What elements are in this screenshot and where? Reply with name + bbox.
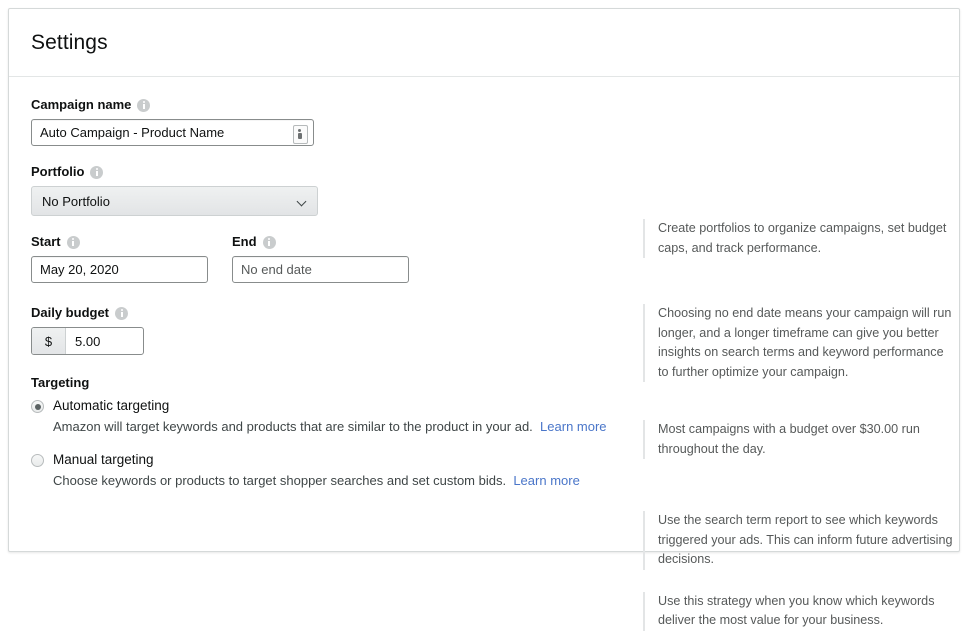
daily-budget-input-wrapper: $ 5.00 [31, 327, 144, 355]
manual-targeting-radio[interactable] [31, 454, 44, 467]
automatic-targeting-description-text: Amazon will target keywords and products… [53, 419, 533, 434]
targeting-option-manual[interactable]: Manual targeting Choose keywords or prod… [31, 451, 631, 490]
manual-targeting-radio-row[interactable]: Manual targeting [31, 451, 631, 469]
campaign-name-label-text: Campaign name [31, 97, 132, 112]
campaign-name-field-group: Campaign name Auto Campaign - Product Na… [31, 97, 631, 146]
daily-budget-input[interactable]: 5.00 [66, 328, 143, 354]
daily-budget-label: Daily budget [31, 305, 631, 321]
card-body: Campaign name Auto Campaign - Product Na… [9, 77, 959, 631]
page-title: Settings [31, 30, 108, 54]
end-date-label: End [232, 234, 409, 250]
automatic-targeting-description: Amazon will target keywords and products… [53, 417, 618, 436]
manual-targeting-label: Manual targeting [53, 452, 154, 467]
portfolio-label: Portfolio [31, 164, 631, 180]
targeting-section: Targeting Automatic targeting Amazon wil… [31, 375, 631, 490]
daily-budget-field-group: Daily budget $ 5.00 [31, 305, 631, 355]
info-icon[interactable] [137, 98, 151, 112]
start-date-label: Start [31, 234, 208, 250]
manual-targeting-description: Choose keywords or products to target sh… [53, 471, 618, 490]
end-date-label-text: End [232, 234, 257, 249]
settings-page: Settings Campaign name Auto Campaign - P… [0, 0, 969, 631]
campaign-name-input[interactable]: Auto Campaign - Product Name [31, 119, 314, 146]
automatic-targeting-radio-row[interactable]: Automatic targeting [31, 397, 631, 415]
end-date-field-group: End No end date [232, 234, 409, 283]
targeting-option-automatic[interactable]: Automatic targeting Amazon will target k… [31, 397, 631, 436]
campaign-name-label: Campaign name [31, 97, 631, 113]
manual-targeting-learn-more-link[interactable]: Learn more [513, 473, 579, 488]
automatic-targeting-learn-more-link[interactable]: Learn more [540, 419, 606, 434]
start-date-input[interactable]: May 20, 2020 [31, 256, 208, 283]
campaign-name-value: Auto Campaign - Product Name [40, 125, 225, 140]
targeting-title: Targeting [31, 375, 90, 390]
date-range-row: Start May 20, 2020 End No end date [31, 234, 631, 283]
daily-budget-label-text: Daily budget [31, 305, 110, 320]
chevron-down-icon [298, 198, 306, 206]
help-text-manual-targeting: Use this strategy when you know which ke… [643, 591, 955, 631]
card-header: Settings [9, 9, 959, 77]
help-text-budget: Most campaigns with a budget over $30.00… [643, 420, 955, 459]
info-icon[interactable] [262, 235, 276, 249]
portfolio-label-text: Portfolio [31, 164, 85, 179]
help-panel: Create portfolios to organize campaigns,… [643, 97, 955, 631]
currency-prefix: $ [32, 328, 66, 354]
info-icon[interactable] [66, 235, 80, 249]
manual-targeting-description-text: Choose keywords or products to target sh… [53, 473, 507, 488]
automatic-targeting-radio[interactable] [31, 400, 44, 413]
settings-form: Campaign name Auto Campaign - Product Na… [31, 97, 631, 490]
start-date-field-group: Start May 20, 2020 [31, 234, 208, 283]
portfolio-field-group: Portfolio No Portfolio [31, 164, 631, 216]
end-date-value: No end date [241, 262, 312, 277]
end-date-input[interactable]: No end date [232, 256, 409, 283]
info-icon[interactable] [90, 165, 104, 179]
portfolio-selected-value: No Portfolio [42, 193, 110, 209]
info-icon[interactable] [115, 306, 129, 320]
start-date-value: May 20, 2020 [40, 262, 119, 277]
settings-card: Settings Campaign name Auto Campaign - P… [8, 8, 960, 631]
resize-handle-icon[interactable] [293, 125, 308, 144]
start-date-label-text: Start [31, 234, 61, 249]
automatic-targeting-label: Automatic targeting [53, 398, 170, 413]
portfolio-select[interactable]: No Portfolio [31, 186, 318, 216]
help-text-portfolio: Create portfolios to organize campaigns,… [643, 219, 955, 258]
help-text-dates: Choosing no end date means your campaign… [643, 304, 955, 382]
